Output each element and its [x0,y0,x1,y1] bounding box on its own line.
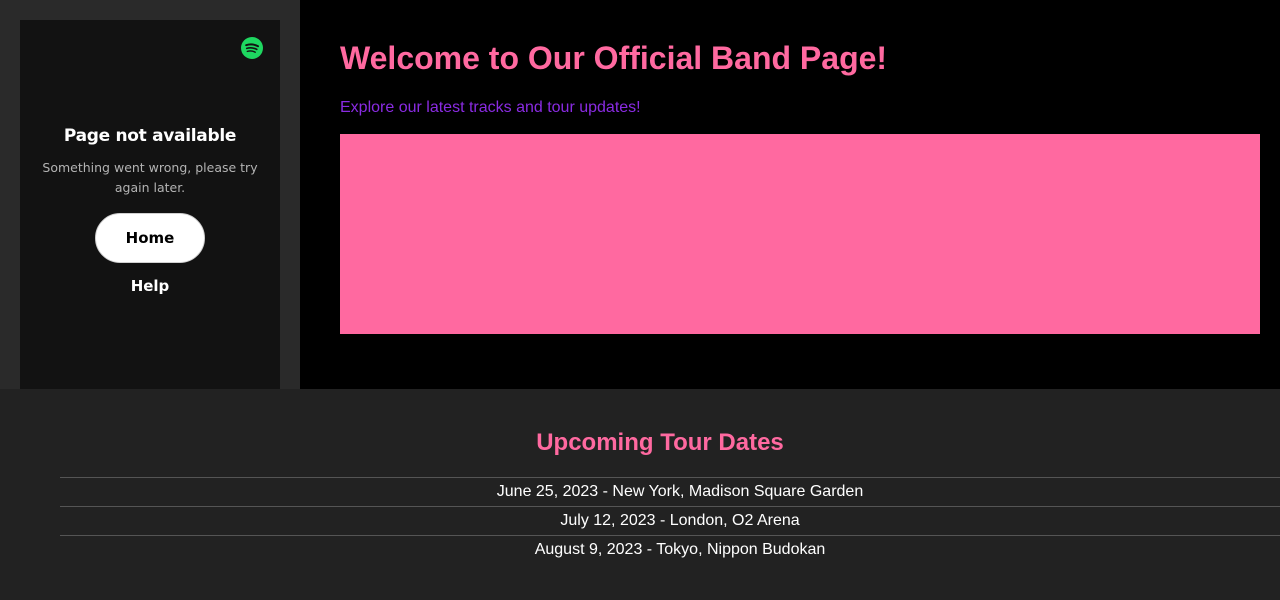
help-link[interactable]: Help [20,277,280,295]
embed-error-title: Page not available [63,126,237,146]
tour-date-item: July 12, 2023 - London, O2 Arena [60,506,1280,535]
tour-date-list: June 25, 2023 - New York, Madison Square… [60,477,1280,564]
tour-date-item: August 9, 2023 - Tokyo, Nippon Budokan [60,535,1280,564]
page-subtitle: Explore our latest tracks and tour updat… [340,99,641,116]
embed-container: Page not available Something went wrong,… [0,0,300,389]
page-title: Welcome to Our Official Band Page! [340,40,888,76]
spotify-embed-card: Page not available Something went wrong,… [20,20,280,389]
spotify-logo-icon[interactable] [241,37,263,59]
tour-date-item: June 25, 2023 - New York, Madison Square… [60,477,1280,506]
header-section: Page not available Something went wrong,… [0,0,1280,389]
hero-banner [340,134,1260,334]
tour-section: Upcoming Tour Dates June 25, 2023 - New … [0,389,1280,600]
tour-heading: Upcoming Tour Dates [536,429,784,456]
home-button[interactable]: Home [95,213,205,263]
embed-error-message: Something went wrong, please try again l… [42,160,258,195]
